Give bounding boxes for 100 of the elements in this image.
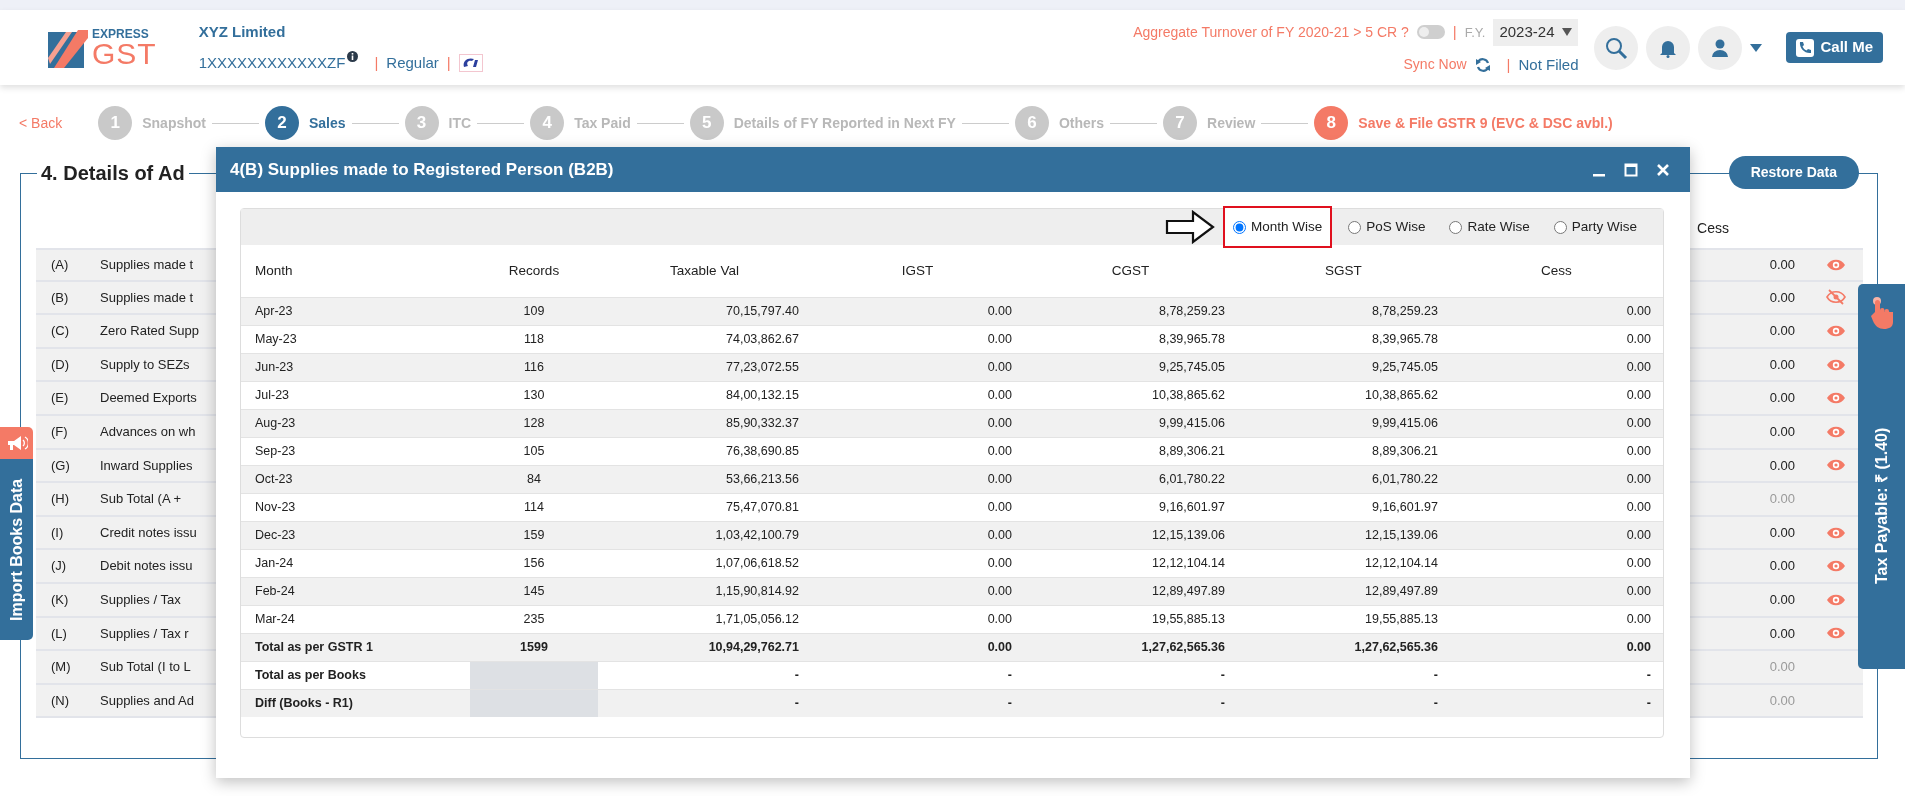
tab-label[interactable]: Import Books Data	[0, 459, 33, 640]
table-cell: 0.00	[1450, 409, 1663, 437]
toggle-switch[interactable]	[1416, 25, 1445, 40]
radio-button[interactable]	[1348, 220, 1362, 234]
step-label[interactable]: Sales	[309, 112, 346, 134]
step-label[interactable]: Details of FY Reported in Next FY	[733, 112, 956, 134]
table-cell: -	[811, 689, 1024, 717]
close-icon[interactable]	[1656, 162, 1670, 177]
maximize-icon[interactable]	[1624, 162, 1638, 177]
call-button[interactable]: Call Me	[1786, 32, 1883, 63]
cess-value: 0.00	[1768, 288, 1796, 307]
row-code: (B)	[50, 288, 70, 307]
step-label[interactable]: Save & File GSTR 9 (EVC & DSC avbl.)	[1358, 112, 1613, 134]
table-cell: 0.00	[811, 521, 1024, 549]
table-cell: 1599	[470, 633, 598, 661]
sync-link[interactable]: Sync Now	[1403, 54, 1467, 76]
step-label[interactable]: Tax Paid	[574, 112, 631, 134]
year-select[interactable]: 2023-24	[1493, 19, 1579, 46]
row-label: Credit notes issu	[100, 524, 197, 540]
row-label: Supplies / Tax r	[100, 625, 189, 641]
radio-label[interactable]: Month Wise	[1250, 216, 1323, 238]
row-label: Supplies made t	[100, 257, 194, 273]
row-label: Supplies made t	[100, 289, 194, 305]
caret-icon[interactable]	[1750, 43, 1763, 52]
table-cell: 1,27,62,565.36	[1024, 633, 1237, 661]
separator: |	[1452, 22, 1457, 42]
radio-button[interactable]	[1449, 220, 1463, 234]
separator: |	[374, 52, 379, 73]
column-header: CGST	[1024, 245, 1237, 297]
table-cell: Jun-23	[241, 353, 470, 381]
import-tab[interactable]: Import Books Data	[0, 427, 33, 640]
row-code: (M)	[50, 658, 72, 677]
table-cell: 1,15,90,814.92	[598, 577, 811, 605]
radio-label[interactable]: PoS Wise	[1366, 216, 1426, 238]
separator: |	[446, 52, 451, 73]
table-cell: 128	[470, 409, 598, 437]
caret-icon	[1562, 28, 1573, 37]
table-cell: 0.00	[1450, 465, 1663, 493]
row-code: (L)	[50, 624, 68, 643]
table-cell: 9,25,745.05	[1024, 353, 1237, 381]
table-cell: 145	[470, 577, 598, 605]
row-label: Inward Supplies	[100, 457, 193, 473]
table-cell: 9,99,415.06	[1024, 409, 1237, 437]
table-cell: 0.00	[1450, 353, 1663, 381]
tax-payable-tab[interactable]: Tax Payable: ₹ (1.40)	[1858, 284, 1905, 669]
table-cell: 159	[470, 521, 598, 549]
step-label[interactable]: ITC	[448, 112, 472, 134]
table-cell: -	[1024, 689, 1237, 717]
separator: |	[1506, 54, 1511, 75]
eye-slash-icon[interactable]	[1826, 289, 1846, 306]
radio-button[interactable]	[1553, 220, 1567, 234]
megaphone-icon	[5, 434, 28, 452]
table-cell: 8,78,259.23	[1024, 297, 1237, 325]
table-cell: 0.00	[811, 465, 1024, 493]
column-header: IGST	[811, 245, 1024, 297]
step-label[interactable]: Snapshot	[142, 112, 206, 134]
row-label: Deemed Exports	[100, 390, 197, 406]
table-cell: 0.00	[811, 633, 1024, 661]
cess-value: 0.00	[1768, 523, 1796, 542]
row-label: Sub Total (A +	[100, 491, 182, 507]
radio-button[interactable]	[1232, 220, 1246, 234]
table-cell: 12,15,139.06	[1237, 521, 1450, 549]
table-cell: 9,99,415.06	[1237, 409, 1450, 437]
hand-pointer-icon	[1868, 296, 1895, 330]
row-code: (C)	[50, 322, 71, 341]
portal-logo-icon	[458, 53, 483, 72]
table-cell: 77,23,072.55	[598, 353, 811, 381]
cess-value: 0.00	[1768, 658, 1796, 677]
gstin-text: 1XXXXXXXXXXXXZF	[198, 52, 346, 73]
table-cell: 8,78,259.23	[1237, 297, 1450, 325]
refresh-icon[interactable]	[1474, 56, 1491, 73]
step-number[interactable]: 2	[265, 106, 299, 140]
column-header: Records	[470, 245, 598, 297]
step-label[interactable]: Review	[1207, 112, 1256, 134]
tab-label[interactable]: Tax Payable: ₹ (1.40)	[1858, 342, 1905, 669]
step-label[interactable]: Others	[1058, 112, 1105, 134]
table-cell: Dec-23	[241, 521, 470, 549]
table-cell: 12,89,497.89	[1024, 577, 1237, 605]
row-code: (J)	[50, 557, 68, 576]
column-header: Taxable Val	[598, 245, 811, 297]
step-number[interactable]: 8	[1314, 106, 1349, 140]
table-cell: 10,94,29,762.71	[598, 633, 811, 661]
logo-icon	[48, 27, 88, 68]
arrow-icon	[1164, 210, 1215, 244]
column-header: SGST	[1237, 245, 1450, 297]
cess-value: 0.00	[1768, 456, 1796, 475]
table-cell: 1,27,62,565.36	[1237, 633, 1450, 661]
row-label: Supplies / Tax	[100, 592, 181, 607]
restore-button[interactable]: Restore Data	[1728, 156, 1859, 189]
column-header: Cess	[1697, 218, 1729, 238]
back-link[interactable]: < Back	[19, 112, 63, 134]
eye-icon[interactable]	[1826, 323, 1846, 339]
phone-icon	[1796, 38, 1815, 57]
radio-label[interactable]: Party Wise	[1571, 216, 1637, 238]
row-label: Advances on wh	[100, 424, 196, 439]
cess-value: 0.00	[1768, 389, 1796, 408]
filing-status: Not Filed	[1518, 54, 1579, 75]
radio-label[interactable]: Rate Wise	[1467, 216, 1530, 238]
table-cell: 6,01,780.22	[1237, 465, 1450, 493]
info-icon	[347, 51, 359, 63]
